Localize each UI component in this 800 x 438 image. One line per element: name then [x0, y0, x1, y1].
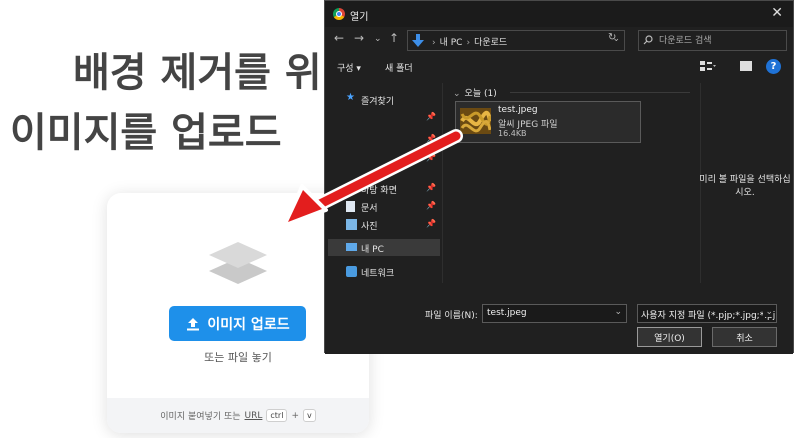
url-link[interactable]: URL — [245, 411, 263, 421]
nav-label: 즐겨찾기 — [361, 97, 395, 107]
cancel-button[interactable]: 취소 — [712, 327, 777, 347]
navigation-pane: ★ 즐겨찾기 📌 📌 📌 바탕 화면 📌 문서 📌 사진 📌 내 PC 네트워크 — [328, 83, 440, 283]
nav-label: 사진 — [361, 222, 378, 232]
pin-icon: 📌 — [426, 112, 436, 121]
kbd-ctrl: ctrl — [266, 409, 288, 422]
close-button[interactable]: ✕ — [771, 5, 783, 21]
preview-pane-icon[interactable] — [740, 61, 752, 71]
back-arrow-icon[interactable]: ← — [334, 31, 344, 45]
nav-item-pinned[interactable]: 📌 — [328, 150, 440, 164]
nav-item-desktop[interactable]: 바탕 화면 📌 — [328, 180, 440, 197]
nav-item-pictures[interactable]: 사진 📌 — [328, 216, 440, 233]
refresh-icon[interactable]: ↻ — [608, 32, 616, 43]
image-thumbnail — [460, 108, 491, 134]
nav-label: 네트워크 — [361, 269, 395, 279]
preview-message: 미리 볼 파일을 선택하십시오. — [699, 175, 791, 198]
breadcrumb: › 내 PC › 다운로드 — [428, 35, 507, 48]
open-button[interactable]: 열기(O) — [637, 327, 702, 347]
computer-icon — [346, 243, 357, 251]
layers-icon — [209, 242, 267, 284]
filename-field[interactable]: test.jpeg ⌄ — [482, 304, 627, 323]
search-box[interactable] — [638, 30, 787, 51]
recent-dropdown-icon[interactable]: ⌄ — [374, 34, 382, 44]
pictures-icon — [346, 219, 357, 230]
nav-label: 내 PC — [361, 245, 384, 255]
navigation-bar: ← → ⌄ ↑ › 내 PC › 다운로드 ⌄ ↻ — [325, 27, 793, 53]
paste-bar: 이미지 붙여넣기 또는 URL ctrl + v — [107, 398, 369, 433]
nav-item-network[interactable]: 네트워크 — [328, 263, 440, 280]
group-header-label: 오늘 (1) — [464, 89, 497, 99]
nav-item-downloads[interactable]: 📌 — [328, 109, 440, 123]
pin-icon: 📌 — [426, 201, 436, 210]
chevron-down-icon: ⌄ — [453, 89, 461, 99]
page-title-line2: 이미지를 업로드 — [10, 110, 282, 156]
chrome-icon — [333, 8, 345, 20]
forward-arrow-icon[interactable]: → — [354, 31, 364, 45]
pin-icon: 📌 — [426, 219, 436, 228]
view-options-icon[interactable] — [700, 60, 716, 73]
nav-item-this-pc[interactable]: 내 PC — [328, 239, 440, 256]
nav-item-documents[interactable]: 문서 📌 — [328, 198, 440, 215]
upload-image-button[interactable]: 이미지 업로드 — [169, 306, 306, 341]
file-size: 16.4KB — [498, 129, 527, 138]
dialog-toolbar: 구성 ▾ 새 폴더 ? — [325, 55, 793, 79]
file-item[interactable]: test.jpeg 알씨 JPEG 파일 16.4KB — [455, 101, 641, 143]
paste-text: 이미지 붙여넣기 또는 — [160, 412, 241, 422]
upload-icon — [187, 317, 200, 330]
network-icon — [346, 266, 357, 277]
pin-icon: 📌 — [426, 153, 436, 162]
breadcrumb-this-pc[interactable]: 내 PC — [440, 38, 463, 48]
breadcrumb-separator: › — [432, 38, 436, 48]
group-header-today[interactable]: ⌄ 오늘 (1) — [453, 86, 497, 99]
page-title-line1: 배경 제거를 위 — [73, 50, 322, 96]
organize-menu[interactable]: 구성 ▾ — [337, 61, 361, 74]
download-folder-icon — [412, 34, 424, 47]
chevron-down-icon[interactable]: ⌄ — [614, 307, 622, 317]
filename-value: test.jpeg — [487, 308, 527, 318]
upload-button-label: 이미지 업로드 — [207, 316, 290, 333]
pin-icon: 📌 — [426, 183, 436, 192]
breadcrumb-separator: › — [466, 38, 471, 48]
star-icon: ★ — [346, 92, 355, 103]
nav-label: 문서 — [361, 204, 378, 214]
search-icon — [643, 35, 653, 45]
dialog-footer: 파일 이름(N): test.jpeg ⌄ 사용자 지정 파일 (*.pjp;*… — [325, 293, 793, 354]
help-icon[interactable]: ? — [766, 59, 781, 74]
pane-divider[interactable] — [442, 83, 443, 283]
desktop-icon — [346, 185, 357, 193]
address-bar[interactable]: › 내 PC › 다운로드 ⌄ — [407, 30, 625, 51]
chevron-down-icon[interactable]: ⌄ — [763, 307, 773, 317]
filename-label: 파일 이름(N): — [425, 311, 478, 321]
kbd-v: v — [302, 409, 316, 422]
filetype-select[interactable]: 사용자 지정 파일 (*.pjp;*.jpg;*.pjpeg;*.jpeg;*.… — [637, 304, 777, 323]
nav-item-pinned[interactable]: 📌 — [328, 131, 440, 145]
nav-label: 바탕 화면 — [361, 186, 397, 196]
filetype-value: 사용자 지정 파일 (*.pjp;*.jpg;*.pjpeg;*.jpeg;*.… — [641, 311, 776, 321]
search-input[interactable] — [659, 33, 779, 48]
breadcrumb-downloads[interactable]: 다운로드 — [474, 38, 507, 48]
dialog-titlebar[interactable]: 열기 ✕ — [325, 1, 793, 27]
document-icon — [346, 201, 355, 212]
up-arrow-icon[interactable]: ↑ — [389, 31, 399, 45]
file-list: ⌄ 오늘 (1) test.jpeg 알씨 JPEG 파일 16.4KB — [445, 83, 695, 283]
file-name: test.jpeg — [498, 105, 538, 115]
new-folder-button[interactable]: 새 폴더 — [385, 61, 413, 74]
group-divider — [510, 92, 690, 93]
nav-item-quick-access[interactable]: ★ 즐겨찾기 — [328, 91, 440, 108]
pin-icon: 📌 — [426, 134, 436, 143]
dialog-title: 열기 — [350, 12, 369, 23]
file-open-dialog: 열기 ✕ ← → ⌄ ↑ ›내 PC›다운로드 ⌄ ↻ 구성 ▾ 새 — [324, 0, 794, 354]
kbd-plus: + — [291, 410, 299, 421]
